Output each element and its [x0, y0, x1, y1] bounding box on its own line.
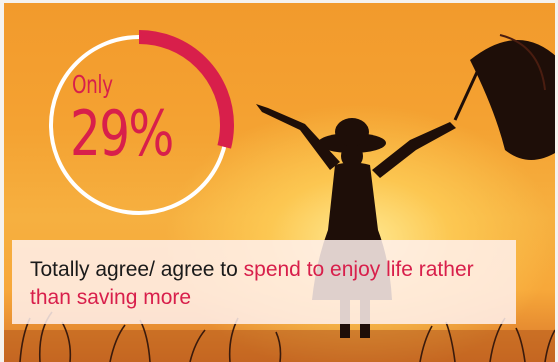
frame-left [0, 0, 4, 362]
caption-plain: Totally agree/ agree to [30, 258, 244, 281]
stat-prefix: Only [72, 70, 113, 99]
infographic-card: Only 29% Totally agree/ agree to spend t… [0, 0, 558, 362]
caption-text: Totally agree/ agree to spend to enjoy l… [30, 256, 500, 312]
stat-value: 29% [70, 97, 174, 170]
frame-top [0, 0, 558, 3]
umbrella-shape [453, 34, 558, 160]
